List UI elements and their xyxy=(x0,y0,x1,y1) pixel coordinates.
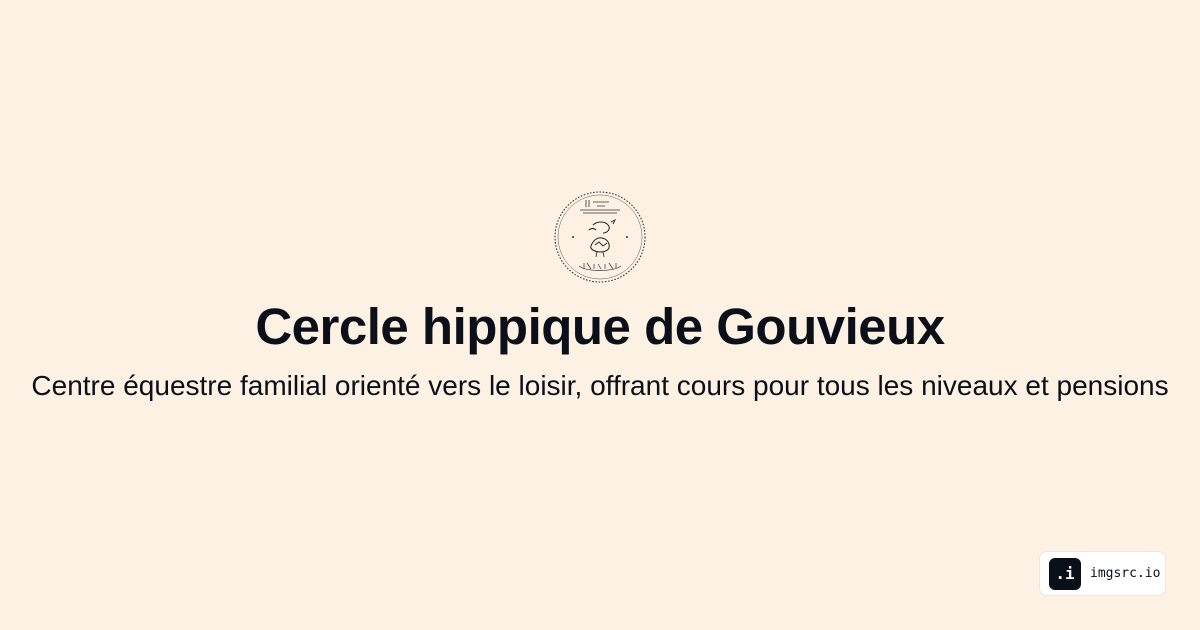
horse-seal-icon xyxy=(554,191,646,283)
page-subtitle: Centre équestre familial orienté vers le… xyxy=(31,370,1169,401)
imgsrc-badge-label: imgsrc.io xyxy=(1090,566,1161,581)
imgsrc-badge[interactable]: .i imgsrc.io xyxy=(1039,551,1166,596)
imgsrc-logo-icon: .i xyxy=(1049,557,1081,590)
club-logo xyxy=(553,190,647,284)
hero: Cercle hippique de Gouvieux Centre éques… xyxy=(0,190,1200,403)
page-title: Cercle hippique de Gouvieux xyxy=(255,298,945,355)
